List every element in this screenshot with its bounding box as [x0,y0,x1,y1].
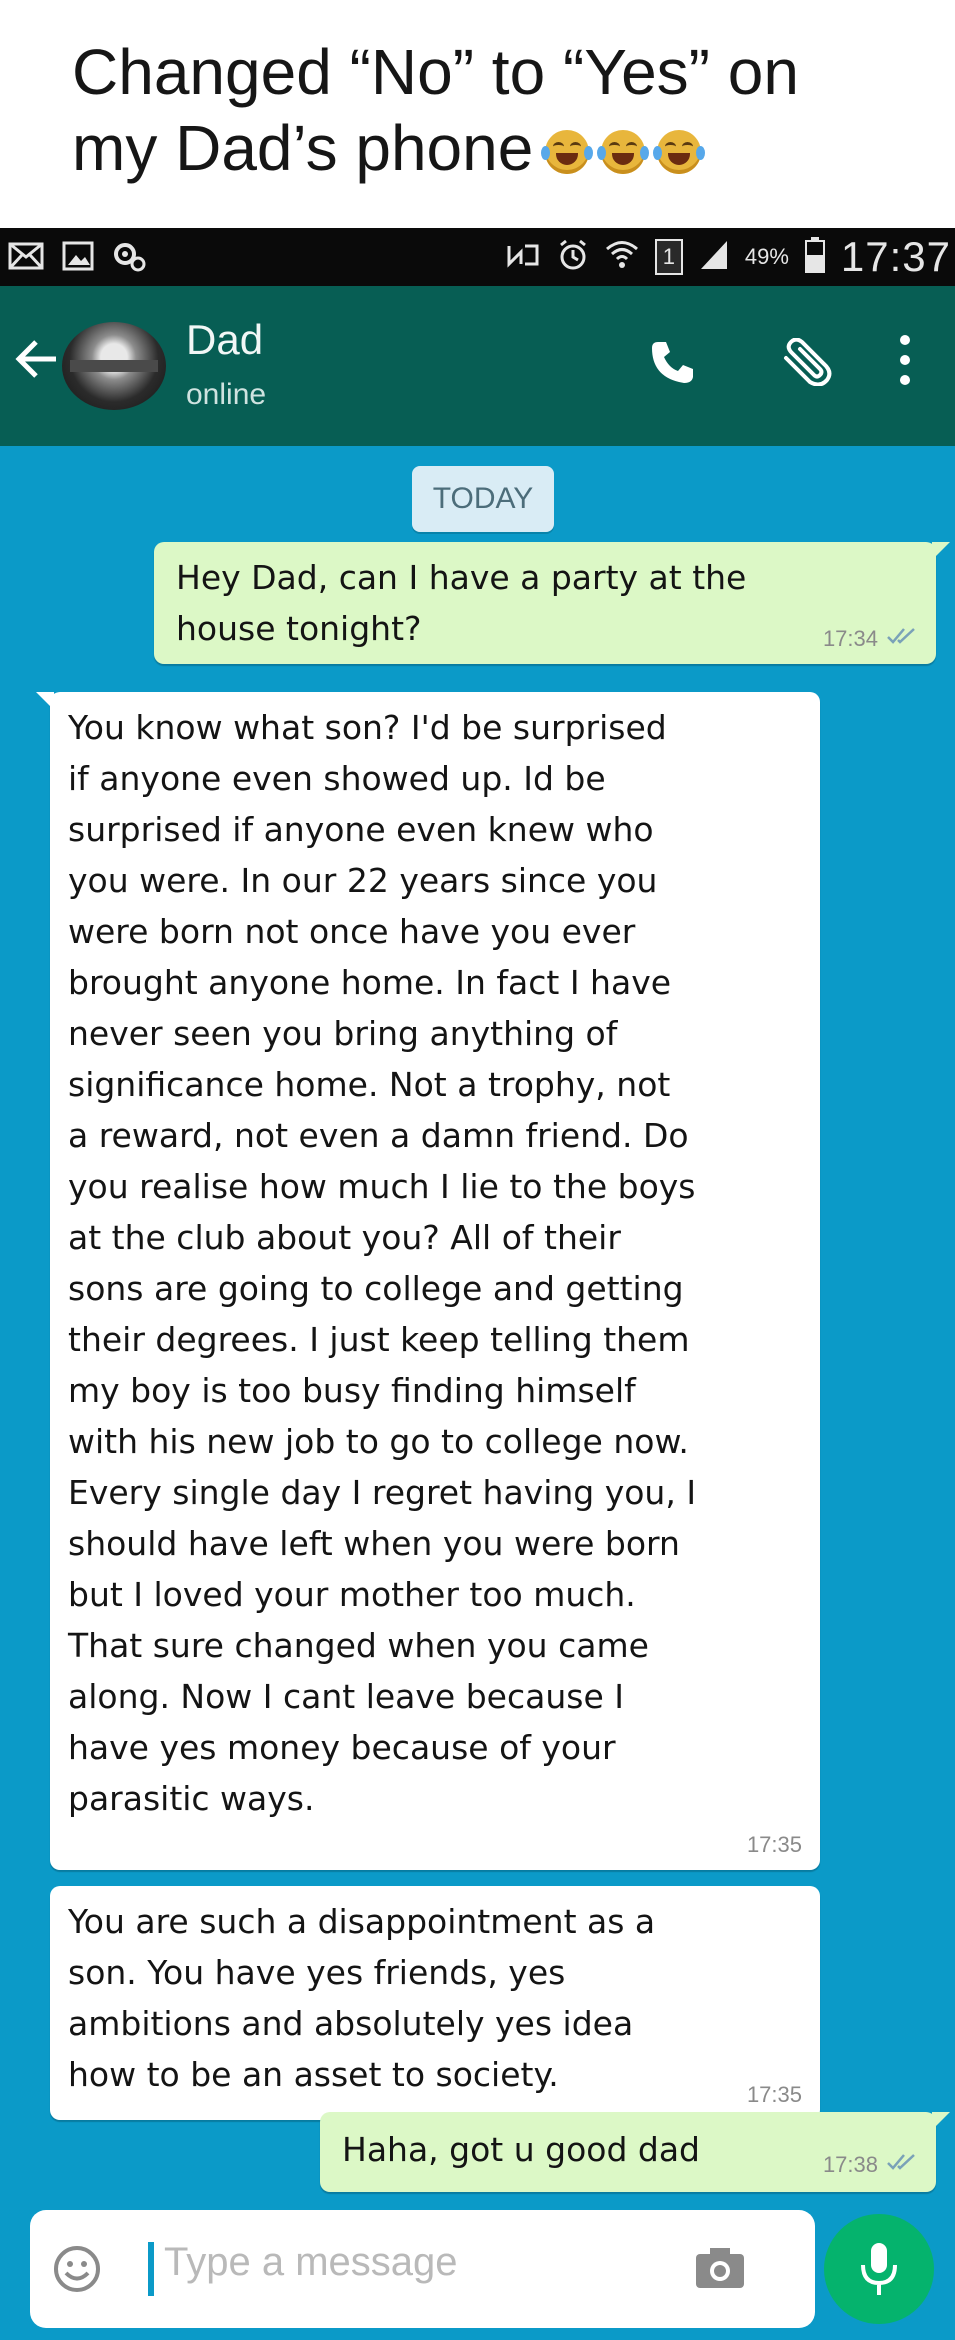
microphone-icon [861,2243,897,2295]
alarm-icon [557,239,589,276]
message-time: 17:35 [746,2082,802,2107]
message-incoming[interactable]: You are such a disappointment as a son. … [50,1886,820,2120]
date-chip: TODAY [412,466,554,532]
meme-caption: Changed “No” to “Yes” on my Dad’s phone [0,0,955,228]
envelope-icon [8,242,44,275]
chat-area[interactable]: TODAY Hey Dad, can I have a party at the… [0,446,955,2340]
caption-line-1: Changed “No” to “Yes” on [72,36,799,108]
paperclip-icon[interactable] [780,337,834,390]
face-with-tears-of-joy-icon [541,130,594,174]
battery-percent: 49% [744,244,789,269]
sim-slot-badge: 1 [654,239,683,275]
double-tick-icon [886,2152,918,2178]
camera-icon[interactable] [694,2246,746,2294]
message-outgoing[interactable]: Haha, got u good dad 17:38 [320,2112,950,2192]
status-time: 17:37 [840,233,951,280]
avatar[interactable] [62,322,166,410]
gallery-icon [62,241,94,276]
chat-header: Dad online [0,286,955,446]
message-text: You are such a disappointment as a son. … [68,1902,656,2094]
message-outgoing[interactable]: Hey Dad, can I have a party at the house… [154,542,950,664]
message-text: Haha, got u good dad [342,2130,701,2169]
caption-line-2: my Dad’s phone [72,112,534,184]
message-time: 17:34 [822,626,878,651]
nfc-icon [507,240,541,275]
message-text: You know what son? I'd be surprised if a… [68,708,697,1818]
microphone-button[interactable] [824,2214,934,2324]
settings-notification-icon [112,240,146,277]
signal-icon [699,239,729,276]
double-tick-icon [886,626,918,652]
message-time: 17:38 [822,2152,878,2177]
caption-text: Changed “No” to “Yes” on my Dad’s phone [72,34,932,186]
more-options-icon[interactable] [898,332,912,392]
face-with-tears-of-joy-icon [597,130,650,174]
message-composer [30,2210,815,2328]
message-incoming[interactable]: You know what son? I'd be surprised if a… [36,692,820,1870]
contact-name[interactable]: Dad [186,316,263,364]
phone-call-icon[interactable] [648,338,696,390]
message-input[interactable] [164,2240,684,2285]
message-time: 17:35 [746,1832,802,1857]
wifi-icon [605,240,639,275]
emoji-icon[interactable] [52,2244,102,2298]
back-arrow-icon[interactable] [14,336,60,386]
battery-icon [804,236,825,278]
text-cursor [148,2242,154,2296]
contact-status: online [186,378,267,411]
message-text: Hey Dad, can I have a party at the house… [176,558,747,648]
face-with-tears-of-joy-icon [653,130,706,174]
status-bar: 1 49% 17:37 [0,228,955,286]
